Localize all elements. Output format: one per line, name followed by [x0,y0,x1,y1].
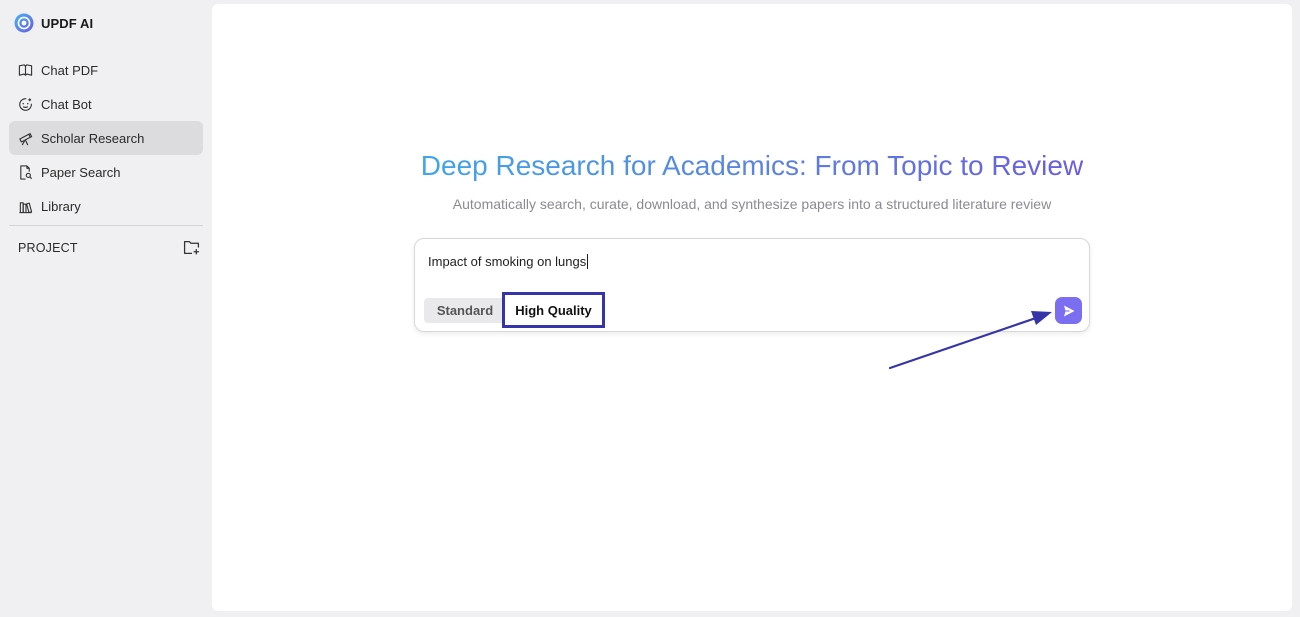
sidebar-item-label: Paper Search [41,164,121,180]
folder-add-icon[interactable] [183,239,200,256]
sidebar-item-paper-search[interactable]: Paper Search [9,155,203,189]
updf-ai-logo-icon [14,13,34,33]
sidebar-item-scholar-research[interactable]: Scholar Research [9,121,203,155]
document-search-icon [20,164,33,180]
page-subtitle: Automatically search, curate, download, … [452,196,1052,212]
send-button[interactable] [1055,297,1082,324]
sidebar-item-label: Chat Bot [41,96,92,112]
text-caret [587,254,589,269]
bot-face-icon [19,97,32,111]
brand-name: UPDF AI [41,15,94,31]
app-window: UPDF AI Chat PDF Chat Bot Scholar Resear… [0,0,1300,617]
send-icon [1063,305,1074,316]
query-text: Impact of smoking on lungs [428,254,587,269]
sidebar-item-chat-pdf[interactable]: Chat PDF [9,53,203,87]
sidebar-item-label: Scholar Research [41,130,145,146]
sidebar-item-library[interactable]: Library [9,189,203,223]
project-section: PROJECT [18,239,200,256]
research-query-input[interactable]: Impact of smoking on lungs [428,254,589,269]
page-title-text: Deep Research for Academics: From Topic … [420,150,1084,181]
research-composer: Impact of smoking on lungs Standard High… [414,238,1090,332]
brand[interactable]: UPDF AI [14,13,93,33]
sidebar-nav: Chat PDF Chat Bot Scholar Research Paper… [9,53,203,223]
project-label: PROJECT [18,240,78,255]
sidebar-item-chat-bot[interactable]: Chat Bot [9,87,203,121]
sidebar-item-label: Library [41,198,81,214]
main-panel: Deep Research for Academics: From Topic … [212,4,1292,611]
book-open-icon [18,63,33,76]
page-title: Deep Research for Academics: From Topic … [212,150,1292,182]
sidebar: UPDF AI Chat PDF Chat Bot Scholar Resear… [0,0,212,617]
sidebar-item-label: Chat PDF [41,62,99,78]
books-icon [19,201,33,213]
telescope-icon [19,132,33,145]
mode-standard-button[interactable]: Standard [424,298,506,323]
sidebar-divider [9,225,203,226]
mode-high-quality-button[interactable]: High Quality [502,292,605,328]
